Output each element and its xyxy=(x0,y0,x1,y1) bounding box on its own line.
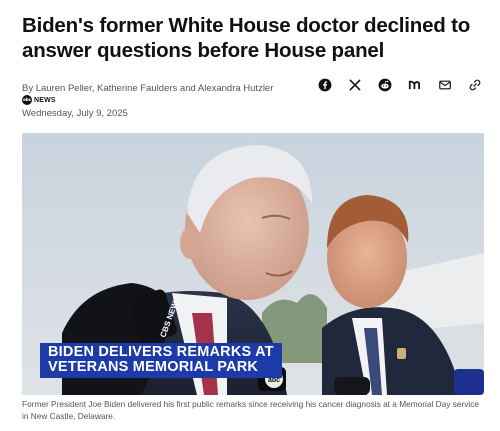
share-email-button[interactable] xyxy=(436,76,454,94)
source-name: NEWS xyxy=(34,96,56,104)
email-icon xyxy=(439,80,451,90)
publish-date: Wednesday, July 9, 2025 xyxy=(22,108,128,119)
share-x-button[interactable] xyxy=(346,76,364,94)
abc-logo-icon: abc xyxy=(22,95,32,105)
link-icon xyxy=(469,79,481,91)
article-headline: Biden's former White House doctor declin… xyxy=(22,14,471,62)
share-facebook-button[interactable] xyxy=(316,76,334,94)
newsbreak-icon xyxy=(408,80,420,90)
facebook-icon xyxy=(318,78,332,92)
share-bar xyxy=(316,76,484,94)
byline-authors[interactable]: Lauren Peller, Katherine Faulders and Al… xyxy=(36,83,274,94)
lower-third-line-2: VETERANS MEMORIAL PARK xyxy=(48,359,259,375)
abc-mic-bug-text: abc xyxy=(268,377,280,384)
photo-caption: Former President Joe Biden delivered his… xyxy=(22,399,479,421)
reddit-icon xyxy=(378,78,392,92)
source-logo[interactable]: abc NEWS xyxy=(22,95,56,105)
article-photo[interactable]: CBS NEWS abc BIDEN DELIVERS REMARKS AT V… xyxy=(22,133,484,395)
news-lower-third: BIDEN DELIVERS REMARKS AT VETERANS MEMOR… xyxy=(40,343,282,378)
copy-link-button[interactable] xyxy=(466,76,484,94)
share-newsbreak-button[interactable] xyxy=(406,76,424,94)
byline-prefix: By xyxy=(22,83,36,94)
share-reddit-button[interactable] xyxy=(376,76,394,94)
lower-third-line-1: BIDEN DELIVERS REMARKS AT xyxy=(48,344,274,360)
x-icon xyxy=(349,79,361,91)
